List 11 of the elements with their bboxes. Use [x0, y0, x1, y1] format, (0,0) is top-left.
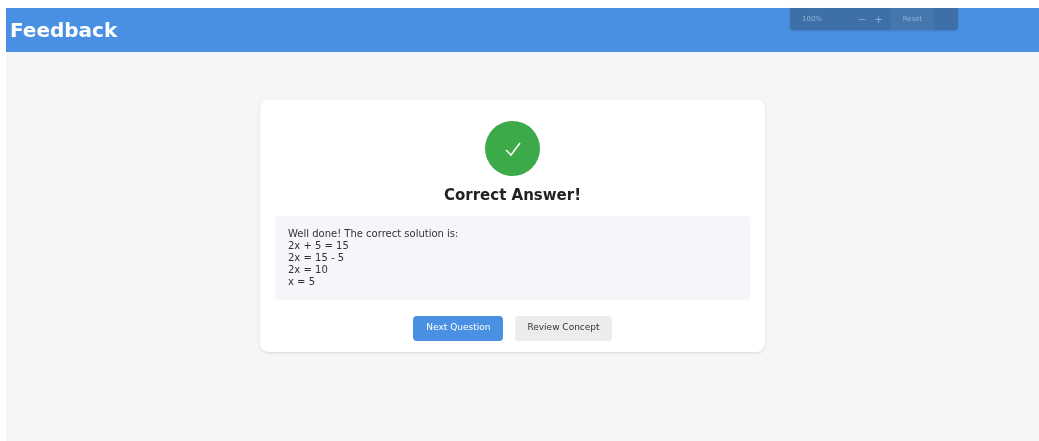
action-button[interactable]: Review Concept [515, 315, 612, 341]
explanation-line: 2x = 10 [288, 263, 329, 276]
explanation-line: x = 5 [288, 275, 317, 288]
result-title: Correct Answer! [443, 185, 582, 206]
page-title: Feedback [10, 17, 118, 44]
explanation-line: Well done! The correct solution is: [288, 227, 460, 240]
explanation-line: 2x = 15 - 5 [288, 251, 346, 264]
zoom-out-button[interactable]: − [854, 11, 871, 27]
zoom-in-button[interactable]: + [870, 11, 887, 27]
explanation-line: 2x + 5 = 15 [288, 239, 350, 252]
action-button[interactable]: Next Question [413, 315, 504, 341]
